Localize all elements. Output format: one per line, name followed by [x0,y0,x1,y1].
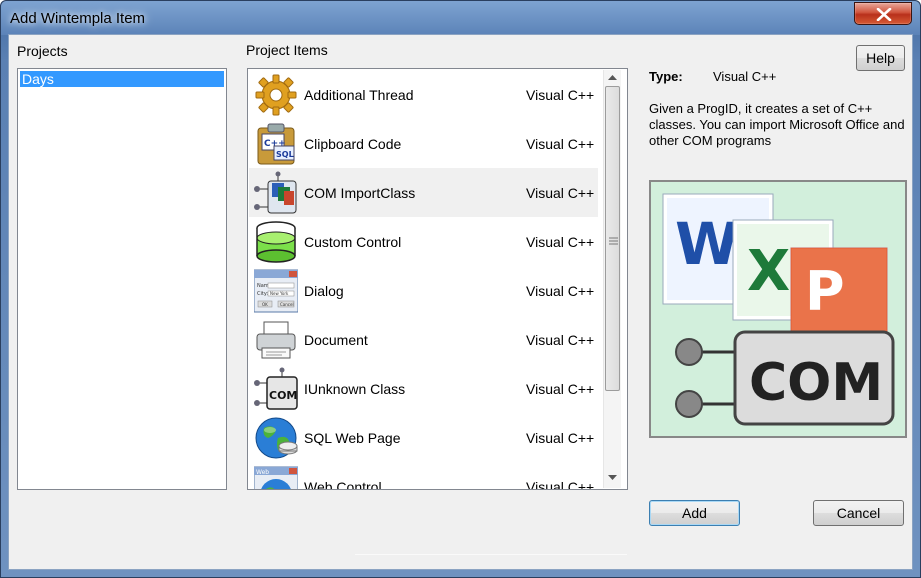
item-label: Clipboard Code [304,136,402,152]
close-icon [876,8,892,21]
clipboard-icon: C++ SQL [257,123,295,165]
projects-heading: Projects [17,43,68,59]
vertical-scrollbar[interactable] [603,70,621,488]
item-label: Web Control [304,479,382,490]
list-item[interactable]: C++ SQL Clipboard Code Visual C++ [249,119,598,168]
list-item[interactable]: COM IUnknown Class Visual C++ [249,364,598,413]
item-type: Visual C++ [526,332,595,348]
item-label: SQL Web Page [304,430,401,446]
dialog-icon-cancel-label: Cancel [280,302,294,307]
list-item[interactable]: SQL Web Page Visual C++ [249,413,598,462]
web-globe-icon: Web [254,466,298,489]
dialog-window: Add Wintempla Item Projects Days Project… [0,0,921,578]
scroll-down-arrow-icon[interactable] [608,475,617,481]
item-type: Visual C++ [526,87,595,103]
add-button[interactable]: Add [649,500,740,526]
scrollbar-thumb[interactable] [605,86,620,391]
item-label: IUnknown Class [304,381,406,397]
dialog-icon: Name: City: New York OK Cancel [254,269,298,313]
item-label: Document [304,332,368,348]
cylinder-icon [256,221,296,263]
close-button[interactable] [854,2,912,25]
office-com-illustration: W X P COM [651,182,905,436]
gear-icon [255,74,297,116]
scroll-up-arrow-icon[interactable] [608,75,617,81]
clipboard-sql-text: SQL [276,150,294,159]
dialog-client-area: Projects Days Project Items Additional T… [8,34,913,570]
list-item[interactable]: Web Web Control Visual C++ [249,462,598,490]
list-item[interactable]: Document Visual C++ [249,315,598,364]
item-type: Visual C++ [526,234,595,250]
list-item[interactable]: Additional Thread Visual C++ [249,70,598,119]
projects-list[interactable]: Days [17,68,227,490]
com-icon-text: COM [269,389,297,402]
dialog-icon-ok-label: OK [262,302,268,307]
type-label: Type: [649,69,683,84]
item-description: Given a ProgID, it creates a set of C++ … [649,101,905,148]
list-item[interactable]: COM ImportClass Visual C++ [249,168,598,217]
list-item[interactable]: Custom Control Visual C++ [249,217,598,266]
item-label: Dialog [304,283,344,299]
item-type: Visual C++ [526,381,595,397]
list-item[interactable]: Name: City: New York OK Cancel Dialog Vi… [249,266,598,315]
item-type: Visual C++ [526,136,595,152]
item-preview-image: W X P COM [649,180,907,438]
window-title: Add Wintempla Item [10,10,146,27]
item-type: Visual C++ [526,430,595,446]
grip-icon [609,237,618,245]
item-label: Custom Control [304,234,402,250]
web-icon-label: Web [256,469,269,476]
cancel-button[interactable]: Cancel [813,500,904,526]
com-import-icon [254,171,297,214]
title-bar[interactable]: Add Wintempla Item [1,1,920,35]
printer-icon [256,321,296,359]
item-type: Visual C++ [526,185,595,201]
dialog-icon-city-label: City: [257,291,268,297]
divider [355,554,627,555]
com-icon: COM [254,367,298,410]
item-label: Additional Thread [304,87,414,103]
project-item-days[interactable]: Days [20,71,224,87]
preview-com-text: COM [749,353,883,413]
dialog-icon-city-value: New York [270,291,289,296]
excel-letter: X [747,239,790,304]
help-button[interactable]: Help [856,45,905,71]
globe-icon [255,417,298,459]
powerpoint-letter: P [805,260,845,323]
type-value: Visual C++ [713,69,777,84]
project-items-list[interactable]: Additional Thread Visual C++ C++ SQL Cli… [247,68,628,490]
item-type: Visual C++ [526,479,595,490]
item-label: COM ImportClass [304,185,416,201]
project-items-heading: Project Items [246,42,328,58]
word-letter: W [675,210,739,278]
item-type: Visual C++ [526,283,595,299]
